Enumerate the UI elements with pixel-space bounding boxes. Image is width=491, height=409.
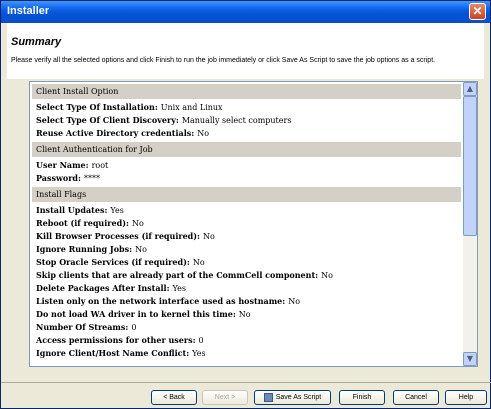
summary-row-label: Ignore Running Jobs: [36, 244, 133, 254]
summary-row-value: Unix and Linux [160, 103, 223, 112]
summary-row-label: Install Updates: [36, 205, 108, 215]
scroll-up-icon[interactable]: ▲ [463, 82, 477, 96]
cancel-button[interactable]: Cancel [393, 390, 439, 405]
close-icon[interactable]: ✕ [469, 3, 486, 20]
summary-row-label: Reuse Active Directory credentials: [36, 128, 195, 138]
summary-row: Number Of Streams: 0 [30, 321, 463, 334]
vertical-scrollbar[interactable]: ▲ ▼ [463, 82, 477, 366]
scroll-thumb[interactable] [463, 96, 477, 236]
summary-row-value: Yes [110, 206, 124, 215]
finish-button[interactable]: Finish [339, 390, 385, 405]
summary-row-value: No [288, 297, 301, 306]
summary-row-value: Yes [192, 349, 206, 358]
summary-row: Do not load WA driver in to kernel this … [30, 308, 463, 321]
summary-row-value: Manually select computers [181, 116, 292, 125]
summary-row: Ignore Client/Host Name Conflict: Yes [30, 347, 463, 360]
section-header: Client Install Option [32, 84, 461, 99]
page-title: Summary [11, 36, 62, 48]
installer-window: Installer ✕ Summary Please verify all th… [0, 0, 491, 409]
script-icon [263, 392, 273, 402]
summary-row-value: No [203, 232, 215, 241]
summary-row: Select Type Of Installation: Unix and Lin… [30, 101, 463, 114]
summary-row-value: No [321, 271, 333, 280]
summary-row-label: Ignore Client/Host Name Conflict: [36, 348, 190, 358]
summary-row: Reuse Active Directory credentials: No [30, 127, 463, 140]
summary-row-value: No [197, 129, 210, 138]
summary-list[interactable]: Client Install Option Select Type Of Inst… [29, 81, 478, 367]
summary-row: Select Type Of Client Discovery: Manually… [30, 114, 463, 127]
summary-row-label: Select Type Of Installation: [36, 102, 158, 112]
header-panel: Summary Please verify all the selected o… [7, 23, 484, 79]
summary-row: Skip clients that are already part of th… [30, 269, 463, 282]
page-description: Please verify all the selected options a… [11, 57, 436, 64]
summary-row: Install Updates: Yes [30, 204, 463, 217]
summary-row-label: Select Type Of Client Discovery: [36, 115, 179, 125]
summary-row-label: User Name: [36, 160, 89, 170]
summary-row: Delete Packages After Install: Yes [30, 282, 463, 295]
summary-row-value: 0 [198, 336, 204, 345]
help-button[interactable]: Help [445, 390, 487, 405]
summary-row: Password: **** [30, 172, 463, 185]
summary-row: Stop Oracle Services (if required): No [30, 256, 463, 269]
title-bar[interactable]: Installer ✕ [1, 1, 490, 23]
summary-row-label: Do not load WA driver in to kernel this … [36, 309, 236, 319]
back-button[interactable]: < Back [151, 390, 197, 405]
scroll-down-icon[interactable]: ▼ [463, 352, 477, 366]
summary-row-value: No [192, 258, 205, 267]
summary-row: Ignore Running Jobs: No [30, 243, 463, 256]
summary-row-value: No [238, 310, 251, 319]
summary-row: Kill Browser Processes (if required): No [30, 230, 463, 243]
summary-row-value: No [135, 245, 147, 254]
next-button[interactable]: Next > [202, 390, 248, 405]
summary-row-label: Listen only on the network interface use… [36, 296, 286, 306]
summary-row: Access permissions for other users: 0 [30, 334, 463, 347]
section-header: Client Authentication for Job [32, 142, 461, 157]
summary-row-value: **** [83, 174, 100, 183]
summary-row-label: Access permissions for other users: [36, 335, 196, 345]
footer-divider [1, 382, 491, 383]
summary-row-label: Password: [36, 173, 81, 183]
summary-row: Listen only on the network interface use… [30, 295, 463, 308]
save-as-script-button[interactable]: Save As Script [254, 390, 331, 405]
summary-row-value: 0 [131, 323, 137, 332]
summary-row-label: Reboot (if required): [36, 218, 129, 228]
summary-row-label: Stop Oracle Services (if required): [36, 257, 190, 267]
summary-row-value: root [91, 161, 109, 170]
summary-row-value: No [131, 219, 144, 228]
summary-row: User Name: root [30, 159, 463, 172]
summary-row-label: Number Of Streams: [36, 322, 129, 332]
summary-row-label: Delete Packages After Install: [36, 283, 170, 293]
section-header: Install Flags [32, 187, 461, 202]
window-title: Installer [7, 5, 50, 17]
summary-row-label: Kill Browser Processes (if required): [36, 231, 201, 241]
save-as-script-label: Save As Script [275, 394, 322, 401]
summary-row-label: Skip clients that are already part of th… [36, 270, 319, 280]
summary-row-value: Yes [172, 284, 186, 293]
summary-row: Reboot (if required): No [30, 217, 463, 230]
summary-content: Client Install Option Select Type Of Inst… [30, 82, 463, 366]
